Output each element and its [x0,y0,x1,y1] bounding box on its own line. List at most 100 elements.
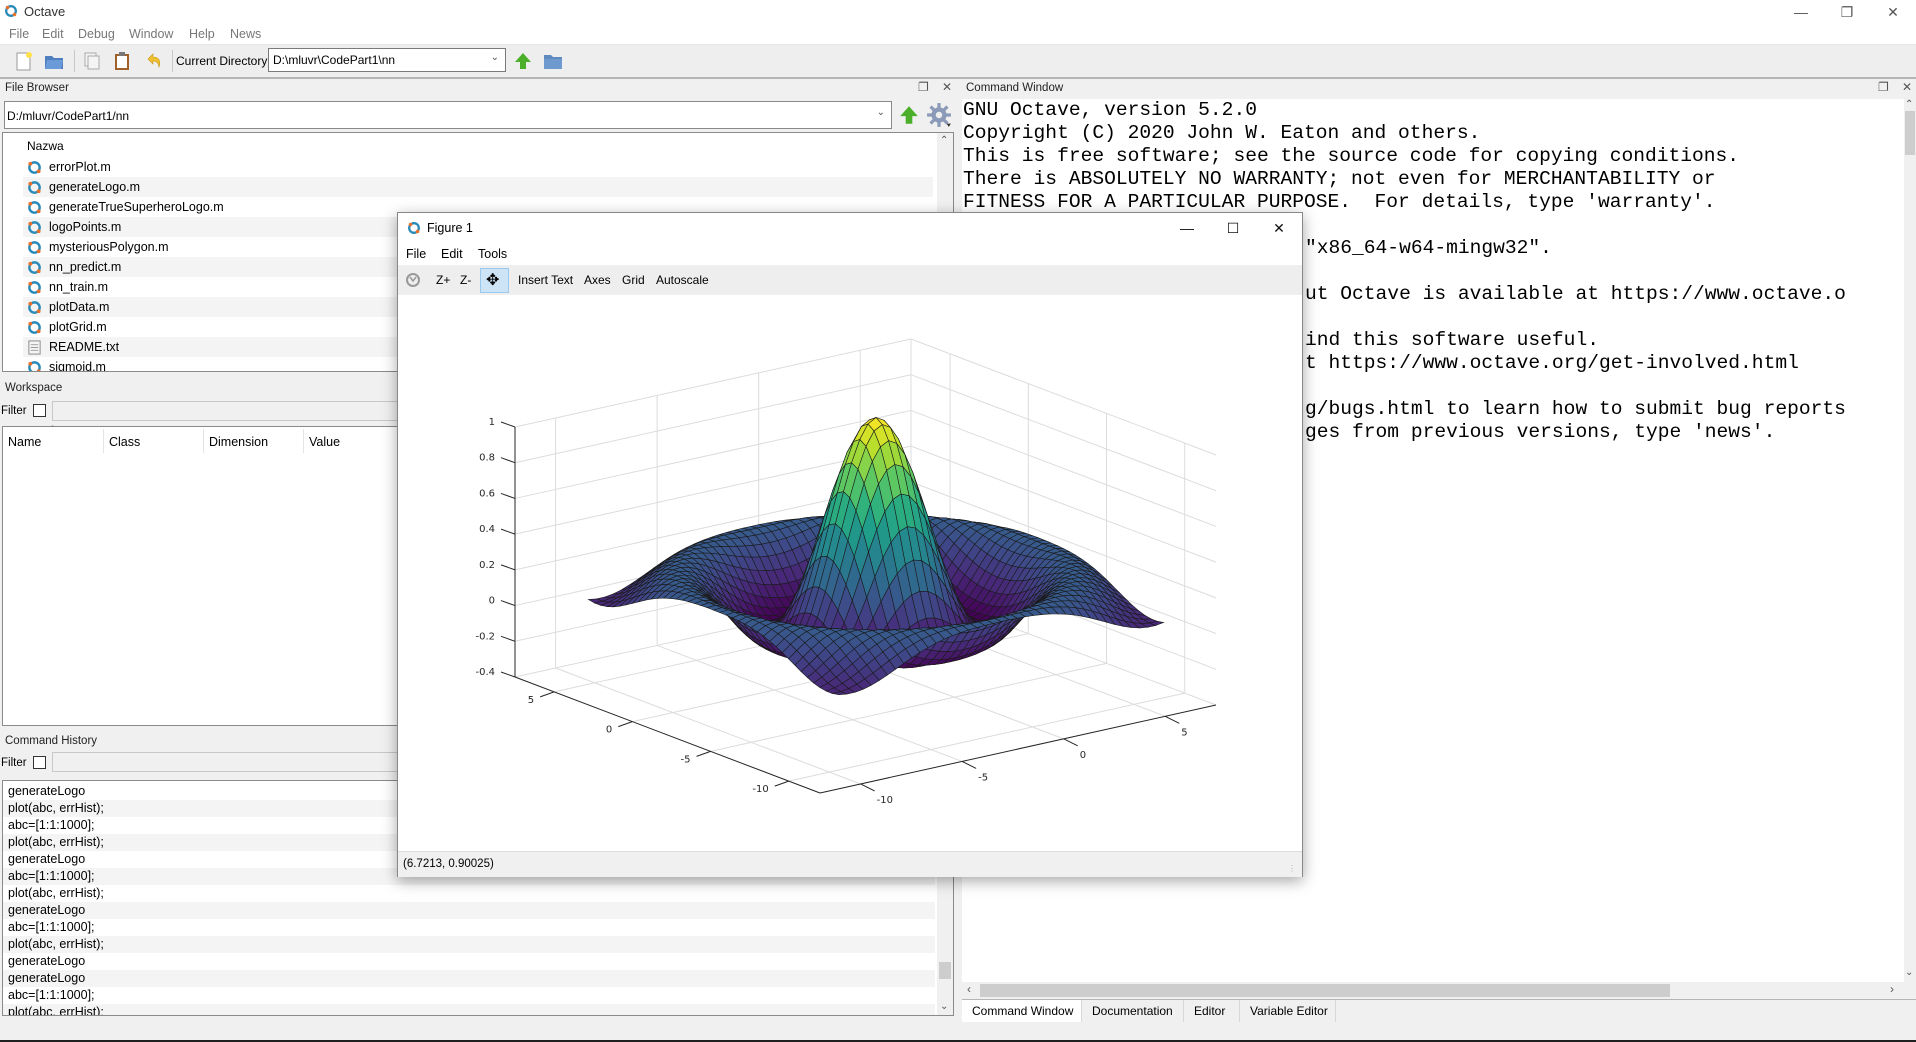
insert-text-button[interactable]: Insert Text [518,273,573,287]
paste-icon[interactable] [112,51,132,71]
chevron-down-icon[interactable]: ⌄ [491,52,499,63]
scroll-right-icon[interactable]: › [1890,982,1894,996]
figure-menu-edit[interactable]: Edit [441,247,463,261]
scroll-up-icon[interactable]: ⌃ [1905,99,1913,110]
file-name: nn_predict.m [49,260,122,274]
restore-button[interactable]: ❐ [1824,0,1870,24]
zoom-out-button[interactable]: Z- [460,273,471,287]
command-output-line: g/bugs.html to learn how to submit bug r… [1305,398,1846,420]
resize-grip-icon[interactable]: ⋮ [1288,864,1296,873]
copy-icon[interactable] [82,51,102,71]
file-browser-path-combobox[interactable]: D:/mluvr/CodePart1/nn ⌄ [4,101,892,129]
grid-button[interactable]: Grid [622,273,645,287]
octave-file-icon [28,161,41,174]
z-tick [500,635,516,642]
file-list-item[interactable]: generateLogo.m [23,177,933,197]
app-title-bar: Octave — ❐ ✕ [0,0,1916,24]
tab-command-window[interactable]: Command Window [962,1000,1082,1022]
axes-button[interactable]: Axes [584,273,611,287]
grid-line [710,662,1107,752]
scroll-left-icon[interactable]: ‹ [967,982,971,996]
scrollbar-thumb[interactable] [980,984,1670,997]
open-folder-icon[interactable] [44,51,64,71]
scrollbar-thumb[interactable] [939,962,951,979]
column-header-value[interactable]: Value [309,435,340,449]
figure-close-button[interactable]: ✕ [1256,216,1302,240]
column-header-name[interactable]: Nazwa [27,139,64,153]
history-entry[interactable]: plot(abc, errHist); [3,885,935,902]
x-tick [1165,715,1180,724]
history-entry[interactable]: abc=[1:1:1000]; [3,919,935,936]
close-panel-icon[interactable]: ✕ [942,80,952,94]
figure-canvas[interactable]: -0.4 -0.2 0 0.2 0.4 0.6 0.8 1 -10 -5 0 5 -10 -5 0 5 [398,295,1302,851]
history-entry[interactable]: generateLogo [3,902,935,919]
menu-help[interactable]: Help [189,27,215,41]
menu-window[interactable]: Window [129,27,173,41]
surface-plot[interactable]: -0.4 -0.2 0 0.2 0.4 0.6 0.8 1 -10 -5 0 5 -10 -5 0 5 [398,295,1302,851]
history-command: generateLogo [8,784,86,798]
file-list-item[interactable]: errorPlot.m [23,157,933,177]
workspace-filter-checkbox[interactable] [33,404,46,417]
figure-minimize-button[interactable]: — [1164,216,1210,240]
main-toolbar: Current Directory: D:\mluvr\CodePart1\nn… [0,45,1916,79]
menu-debug[interactable]: Debug [78,27,115,41]
scroll-down-icon[interactable]: ⌄ [1905,967,1913,978]
gear-icon[interactable] [926,102,952,128]
history-entry[interactable]: generateLogo [3,970,935,987]
browse-directory-icon[interactable] [543,51,563,71]
history-command: plot(abc, errHist); [8,801,104,815]
figure-menu-tools[interactable]: Tools [478,247,507,261]
minimize-button[interactable]: — [1778,0,1824,24]
file-name: plotGrid.m [49,320,107,334]
column-header-name[interactable]: Name [8,435,41,449]
chevron-down-icon[interactable]: ⌄ [877,107,885,118]
tab-variable-editor[interactable]: Variable Editor [1240,1000,1336,1022]
menu-edit[interactable]: Edit [42,27,64,41]
history-entry[interactable]: plot(abc, errHist); [3,1004,935,1015]
file-name: logoPoints.m [49,220,122,234]
new-script-icon[interactable] [14,51,34,71]
close-button[interactable]: ✕ [1870,0,1916,24]
current-directory-label: Current Directory: [176,54,271,68]
tab-documentation[interactable]: Documentation [1082,1000,1184,1022]
rotate-icon[interactable] [405,272,421,288]
column-header-class[interactable]: Class [109,435,140,449]
command-window-vscrollbar[interactable]: ⌃ ⌄ [1904,99,1916,983]
grid-line [910,338,1217,456]
column-header-dimension[interactable]: Dimension [209,435,268,449]
scroll-down-icon[interactable]: ⌄ [940,1001,948,1012]
undock-icon[interactable]: ❐ [918,80,929,94]
scroll-up-icon[interactable]: ⌃ [940,135,948,146]
menu-news[interactable]: News [230,27,261,41]
figure-title: Figure 1 [427,221,473,235]
parent-directory-icon[interactable] [898,104,920,126]
history-entry[interactable]: plot(abc, errHist); [3,936,935,953]
figure-title-bar[interactable]: Figure 1 — ☐ ✕ [398,213,1302,243]
main-menu-bar: File Edit Debug Window Help News [0,24,1916,45]
figure-maximize-button[interactable]: ☐ [1210,216,1256,240]
zoom-in-button[interactable]: Z+ [436,273,450,287]
pan-button[interactable]: ✥ [480,268,509,293]
history-entry[interactable]: generateLogo [3,953,935,970]
y-axis-line [514,676,821,794]
history-entry[interactable]: abc=[1:1:1000]; [3,987,935,1004]
history-command: generateLogo [8,954,86,968]
figure-window[interactable]: Figure 1 — ☐ ✕ File Edit Tools Z+ Z- ✥ I… [397,212,1303,877]
figure-menu-file[interactable]: File [406,247,426,261]
figure-menu-bar: File Edit Tools [398,243,1302,266]
current-directory-combobox[interactable]: D:\mluvr\CodePart1\nn ⌄ [268,48,506,72]
x-axis-line [819,704,1217,794]
command-window-title: Command Window [966,82,1064,94]
menu-file[interactable]: File [9,27,29,41]
command-window-hscrollbar[interactable]: ‹ › [962,982,1904,998]
tab-editor[interactable]: Editor [1184,1000,1240,1022]
command-output-line: t https://www.octave.org/get-involved.ht… [1305,352,1799,374]
parent-directory-icon[interactable] [513,51,533,71]
undo-icon[interactable] [144,51,164,71]
close-panel-icon[interactable]: ✕ [1902,80,1912,94]
command-history-filter-checkbox[interactable] [33,756,46,769]
command-history-title: Command History [5,735,98,747]
scrollbar-thumb[interactable] [1905,111,1915,155]
undock-icon[interactable]: ❐ [1878,80,1889,94]
autoscale-button[interactable]: Autoscale [656,273,709,287]
